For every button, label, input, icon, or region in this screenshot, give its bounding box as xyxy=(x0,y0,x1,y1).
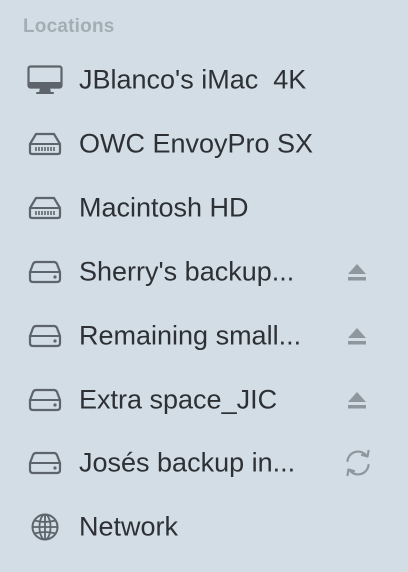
sidebar-item-label: Remaining small... xyxy=(79,320,302,351)
sidebar-item-network[interactable]: Network xyxy=(0,502,408,552)
imac-icon xyxy=(27,64,63,96)
external-drive-icon xyxy=(27,447,63,479)
sidebar-item-label: OWC EnvoyPro SX xyxy=(79,128,314,159)
internal-drive-icon xyxy=(27,192,63,224)
external-drive-icon xyxy=(27,384,63,416)
sidebar-item-sherrys-backup[interactable]: Sherry's backup... xyxy=(0,247,408,297)
network-globe-icon xyxy=(27,511,63,543)
sidebar-item-label: JBlanco's iMac 4K xyxy=(79,64,307,95)
sidebar-item-macintosh-hd[interactable]: Macintosh HD xyxy=(0,183,408,233)
sidebar-item-label: Josés backup in... xyxy=(79,447,296,478)
sidebar-item-label: Macintosh HD xyxy=(79,192,249,223)
external-drive-icon xyxy=(27,256,63,288)
sidebar-item-extra-space[interactable]: Extra space_JIC xyxy=(0,375,408,425)
eject-icon[interactable] xyxy=(347,391,367,409)
sidebar-item-owc-envoypro[interactable]: OWC EnvoyPro SX xyxy=(0,119,408,169)
external-drive-icon xyxy=(27,320,63,352)
sidebar-item-remaining-small[interactable]: Remaining small... xyxy=(0,311,408,361)
sidebar-item-label: Network xyxy=(79,511,179,542)
sidebar-item-label: Sherry's backup... xyxy=(79,256,295,287)
internal-drive-icon xyxy=(27,128,63,160)
sidebar-locations: Locations JBlanco's iMac 4K OWC EnvoyPro… xyxy=(0,0,408,572)
sidebar-item-joses-backup[interactable]: Josés backup in... xyxy=(0,438,408,488)
eject-icon[interactable] xyxy=(347,263,367,281)
eject-icon[interactable] xyxy=(347,327,367,345)
sidebar-item-label: Extra space_JIC xyxy=(79,384,278,415)
sync-icon[interactable] xyxy=(342,447,374,479)
locations-section-header[interactable]: Locations xyxy=(23,16,115,38)
sidebar-item-imac[interactable]: JBlanco's iMac 4K xyxy=(0,55,408,105)
